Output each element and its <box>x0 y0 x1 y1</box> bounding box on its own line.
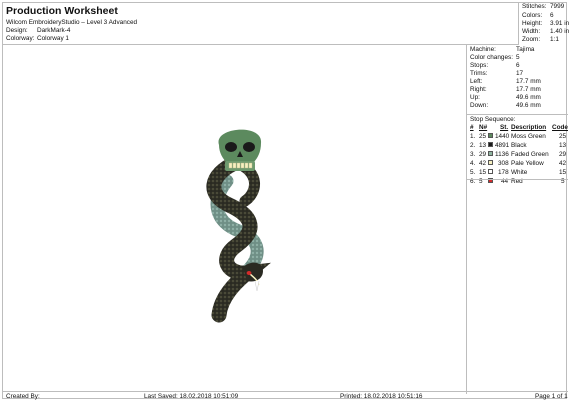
embroidery-design-preview <box>206 129 271 323</box>
color-swatch <box>488 151 493 156</box>
table-header: # N# St. Description Code <box>470 124 568 131</box>
table-row: 1. 25 1440 Moss Green 25 <box>470 133 567 140</box>
colorway-value: Colorway 1 <box>37 35 69 42</box>
machine-panel: Machine: Tajima Color changes: 5 Stops: 6 T… <box>466 45 568 394</box>
divider <box>467 114 568 115</box>
color-swatch <box>488 169 493 174</box>
production-worksheet: Production Worksheet Wilcom EmbroiderySt… <box>2 2 569 400</box>
printed-date: Printed: 18.02.2018 10:51:16 <box>340 393 423 400</box>
colorway-label: Colorway: <box>6 35 35 42</box>
table-row: 5. 15 178 White 15 <box>470 169 567 176</box>
design-row: Design: DarkMark-4 <box>6 27 70 34</box>
color-swatch <box>488 133 493 138</box>
page-title: Production Worksheet <box>6 5 118 17</box>
stops-row: Stops: 6 <box>470 62 520 69</box>
stat-stitches: Stitches: 7999 <box>522 3 565 10</box>
right-row: Right: 17.7 mm <box>470 86 541 93</box>
stop-sequence-table: # N# St. Description Code 1. 25 1440 Mos… <box>470 124 568 187</box>
color-swatch <box>488 160 493 165</box>
machine-row: Machine: Tajima <box>470 46 535 53</box>
up-row: Up: 49.6 mm <box>470 94 541 101</box>
software-label: Wilcom EmbroideryStudio – Level 3 Advanc… <box>6 19 138 26</box>
design-label: Design: <box>6 27 28 34</box>
divider <box>467 179 568 180</box>
down-row: Down: 49.6 mm <box>470 102 541 109</box>
color-changes-row: Color changes: 5 <box>470 54 520 61</box>
table-row: 3. 29 1136 Faded Green 29 <box>470 151 567 158</box>
stop-sequence-title: Stop Sequence: <box>470 116 516 123</box>
design-value: DarkMark-4 <box>37 27 71 34</box>
table-row: 4. 42 308 Pale Yellow 42 <box>470 160 567 167</box>
color-swatch <box>488 142 493 147</box>
table-row: 2. 13 4891 Black 13 <box>470 142 567 149</box>
worksheet-footer: Created By: Last Saved: 18.02.2018 10:51… <box>3 391 568 400</box>
colorway-row: Colorway: Colorway 1 <box>6 35 69 42</box>
trims-row: Trims: 17 <box>470 70 524 77</box>
stat-zoom: Zoom: 1:1 <box>522 36 559 43</box>
created-by: Created By: <box>6 393 40 400</box>
page-number: Page 1 of 1 <box>535 393 568 400</box>
last-saved: Last Saved: 18.02.2018 10:51:09 <box>144 393 239 400</box>
stats-panel: Stitches: 7999 Colors: 6 Height: 3.91 in Wi… <box>518 3 569 45</box>
worksheet-header: Production Worksheet Wilcom EmbroiderySt… <box>3 3 518 45</box>
left-row: Left: 17.7 mm <box>470 78 541 85</box>
